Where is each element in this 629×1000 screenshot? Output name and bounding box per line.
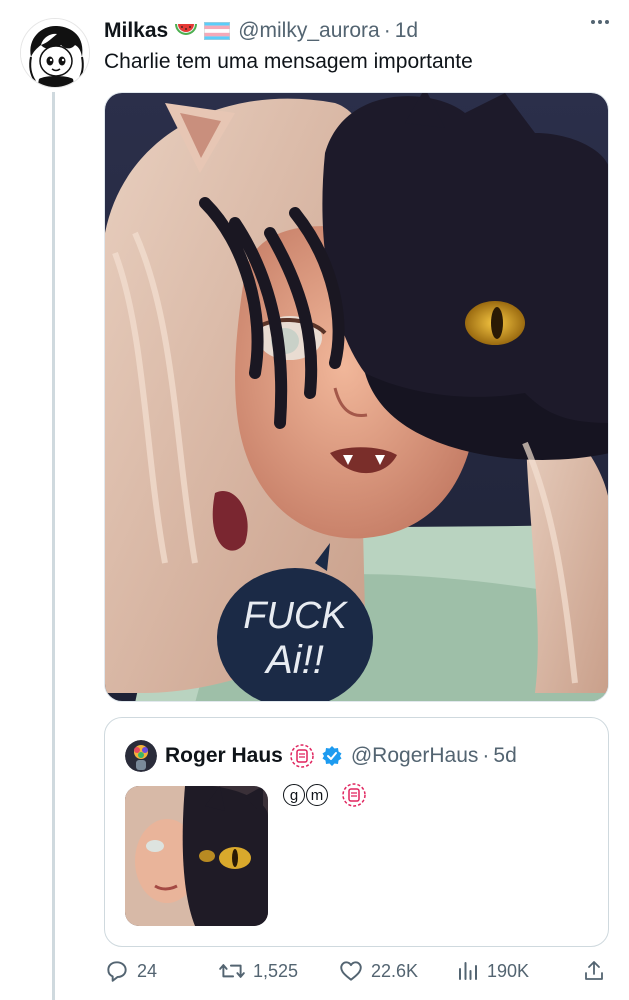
bowtie-emoji-icon — [341, 782, 367, 808]
quote-text: g m — [283, 782, 367, 808]
like-button[interactable]: 22.6K — [338, 958, 418, 984]
watermelon-icon — [174, 22, 198, 40]
repost-button[interactable]: 1,525 — [218, 958, 298, 984]
tweet-text: Charlie tem uma mensagem importante — [104, 50, 473, 73]
tweet-media-image[interactable]: FUCK Ai!! — [104, 92, 609, 702]
quoted-tweet-card[interactable]: Roger Haus @RogerHaus · 5d g m — [104, 717, 609, 947]
reply-count: 24 — [137, 960, 158, 981]
avatar-illustration — [21, 19, 89, 87]
share-icon — [585, 961, 603, 980]
quote-text-g: g — [283, 784, 305, 806]
quote-author-handle[interactable]: @RogerHaus — [351, 744, 479, 768]
quote-author-avatar[interactable] — [125, 740, 157, 772]
quote-header: Roger Haus @RogerHaus · 5d — [125, 740, 517, 772]
author-name[interactable]: Milkas — [104, 19, 168, 43]
quote-time[interactable]: 5d — [493, 744, 516, 768]
quote-media-thumbnail[interactable] — [125, 786, 268, 926]
views-button[interactable]: 190K — [456, 958, 529, 984]
tweet-time[interactable]: 1d — [395, 19, 418, 43]
author-handle[interactable]: @milky_aurora — [238, 19, 380, 43]
tweet-action-bar: 24 1,525 22.6K 190K — [104, 958, 609, 990]
views-count: 190K — [487, 960, 530, 981]
speech-bubble-text-line1: FUCK — [243, 595, 348, 637]
author-avatar[interactable] — [20, 18, 90, 88]
quote-text-m: m — [306, 784, 328, 806]
thread-connector-line — [52, 92, 55, 1000]
repost-icon — [219, 964, 245, 978]
quote-author-name[interactable]: Roger Haus — [165, 744, 283, 768]
quote-meta-separator: · — [482, 744, 490, 767]
reply-button[interactable]: 24 — [104, 958, 157, 984]
verified-badge-icon[interactable] — [321, 745, 343, 767]
like-count: 22.6K — [371, 960, 419, 981]
tweet-header: Milkas @milky_aurora · 1d — [104, 16, 617, 46]
more-options-icon[interactable] — [591, 20, 609, 24]
views-chart-icon — [459, 962, 477, 980]
illustration-cat-girl: FUCK Ai!! — [105, 93, 608, 701]
speech-bubble-text-line2: Ai!! — [264, 638, 324, 682]
trans-flag-icon — [204, 22, 231, 40]
heart-icon — [340, 961, 362, 981]
share-button[interactable] — [582, 958, 606, 984]
reply-icon — [107, 961, 127, 982]
meta-separator: · — [383, 19, 391, 42]
repost-count: 1,525 — [253, 960, 299, 981]
bowtie-badge-icon — [289, 743, 315, 769]
